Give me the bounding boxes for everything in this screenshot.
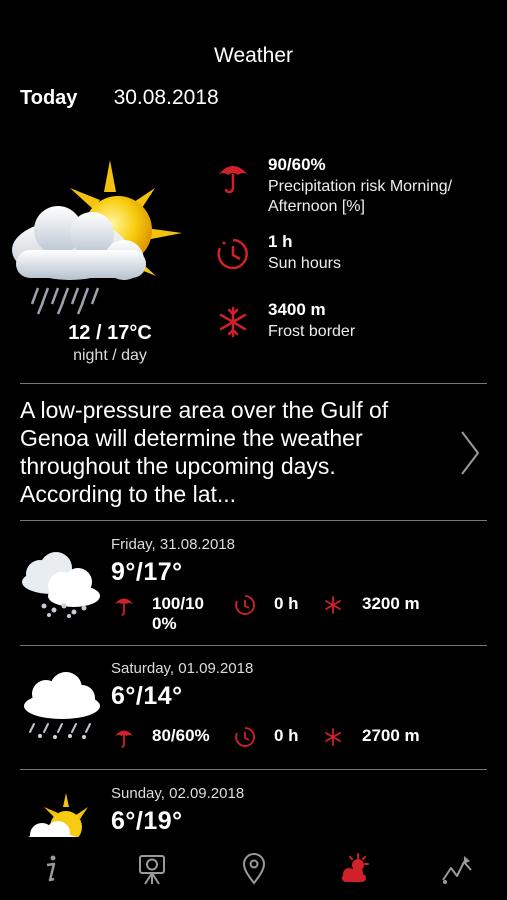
precipitation-label: Precipitation risk Morning/ Afternoon [%… bbox=[268, 178, 453, 215]
sun-hours-label: Sun hours bbox=[268, 255, 341, 272]
snowflake-icon bbox=[219, 306, 247, 338]
forecast-temperature: 6°/19° bbox=[111, 807, 183, 835]
forecast-precipitation: 100/10 0% bbox=[152, 594, 204, 634]
divider bbox=[20, 769, 487, 770]
forecast-frost-border: 2700 m bbox=[362, 726, 420, 745]
forecast-date: Saturday, 01.09.2018 bbox=[111, 660, 254, 677]
today-temp-value: 12 / 17°C bbox=[68, 322, 152, 344]
sun-cloud-rain-icon bbox=[12, 160, 182, 315]
forecast-day-friday[interactable]: Friday, 31.08.2018 9°/17° 100/10 0% 0 h … bbox=[0, 536, 507, 656]
frost-border-value: 3400 m bbox=[268, 300, 326, 319]
forecast-sun-hours: 0 h bbox=[274, 726, 299, 745]
today-temperature: 12 / 17°C night / day bbox=[40, 322, 180, 365]
divider bbox=[20, 645, 487, 646]
route-icon[interactable] bbox=[440, 852, 474, 886]
location-pin-icon[interactable] bbox=[237, 852, 271, 886]
clock-icon bbox=[217, 238, 248, 270]
today-header: Today 30.08.2018 bbox=[20, 86, 219, 110]
forecast-temperature: 9°/17° bbox=[111, 558, 183, 586]
forecast-frost-border: 3200 m bbox=[362, 594, 420, 613]
today-temp-caption: night / day bbox=[73, 347, 147, 364]
umbrella-icon bbox=[115, 730, 133, 748]
forecast-summary-text[interactable]: A low-pressure area over the Gulf of Gen… bbox=[20, 396, 440, 508]
umbrella-icon bbox=[115, 598, 133, 616]
forecast-temperature: 6°/14° bbox=[111, 682, 183, 710]
today-date: 30.08.2018 bbox=[113, 86, 219, 109]
forecast-day-saturday[interactable]: Saturday, 01.09.2018 6°/14° 80/60% 0 h 2… bbox=[0, 660, 507, 780]
screen-title: Weather bbox=[214, 44, 293, 67]
frost-border-label: Frost border bbox=[268, 323, 356, 340]
camera-icon[interactable] bbox=[135, 852, 169, 886]
weather-icon[interactable] bbox=[338, 852, 372, 886]
frost-border-stat: 3400 m Frost border bbox=[215, 300, 505, 350]
snowflake-icon bbox=[325, 728, 341, 746]
precipitation-value: 90/60% bbox=[268, 155, 326, 174]
today-label: Today bbox=[20, 87, 78, 109]
clock-icon bbox=[235, 595, 255, 615]
rain-cloud-icon bbox=[22, 552, 100, 618]
forecast-day-sunday[interactable]: Sunday, 02.09.2018 6°/19° bbox=[0, 785, 507, 837]
forecast-date: Sunday, 02.09.2018 bbox=[111, 785, 245, 802]
forecast-precipitation-line1: 100/10 bbox=[152, 594, 204, 613]
info-icon[interactable] bbox=[34, 852, 68, 886]
chevron-right-icon[interactable] bbox=[458, 430, 482, 476]
bottom-tab-bar bbox=[0, 838, 507, 900]
sun-hours-value: 1 h bbox=[268, 232, 293, 251]
sun-hours-stat: 1 h Sun hours bbox=[215, 232, 505, 282]
divider bbox=[20, 520, 487, 521]
forecast-precipitation: 80/60% bbox=[152, 726, 210, 745]
clock-icon bbox=[235, 727, 255, 747]
forecast-date: Friday, 31.08.2018 bbox=[111, 536, 235, 553]
precipitation-stat: 90/60% Precipitation risk Morning/ After… bbox=[215, 155, 505, 215]
forecast-sun-hours: 0 h bbox=[274, 594, 299, 613]
snowflake-icon bbox=[325, 596, 341, 614]
umbrella-icon bbox=[218, 166, 248, 194]
rain-cloud-icon bbox=[24, 672, 100, 739]
forecast-precipitation-line2: 0% bbox=[152, 614, 177, 633]
divider bbox=[20, 383, 487, 384]
sun-cloud-icon bbox=[28, 793, 88, 837]
